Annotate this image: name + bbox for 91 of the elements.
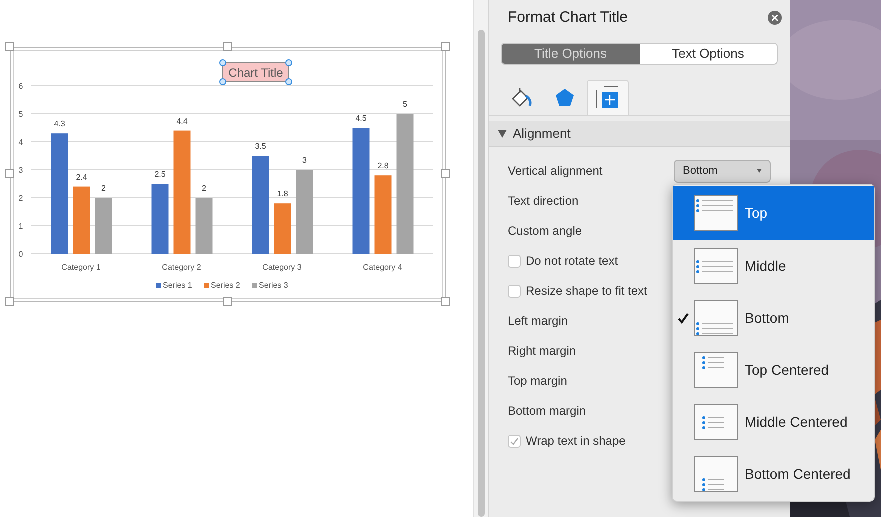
resize-handle[interactable] (5, 169, 14, 178)
bar (196, 198, 213, 254)
dropdown-caret-icon (757, 169, 762, 173)
menu-item[interactable]: Middle Centered (673, 396, 874, 448)
menu-item[interactable]: Middle (673, 240, 874, 292)
resize-handle[interactable] (5, 297, 14, 306)
menu-item-label: Middle Centered (745, 412, 848, 432)
disclosure-triangle-icon (498, 130, 507, 138)
alignment-icon (694, 248, 738, 284)
menu-item[interactable]: Top Centered (673, 344, 874, 396)
y-axis-label: 5 (18, 110, 24, 119)
data-label: 4.5 (356, 114, 367, 123)
bar (274, 204, 292, 254)
menu-item[interactable]: Bottom (673, 292, 874, 344)
data-label: 2.5 (154, 170, 166, 179)
menu-item[interactable]: Top (673, 186, 874, 240)
checkbox-label: Do not rotate text (526, 253, 618, 270)
menu-item-label: Middle (745, 256, 786, 276)
field-label: Custom angle (508, 223, 582, 240)
alignment-icon (694, 352, 738, 388)
chart-title[interactable]: Chart Title (220, 60, 292, 86)
data-label: 5 (403, 100, 408, 109)
checkbox-label: Resize shape to fit text (526, 283, 648, 300)
menu-item-label: Bottom Centered (745, 464, 851, 484)
checkbox-label: Wrap text in shape (526, 433, 626, 450)
category-label: Category 3 (262, 263, 302, 272)
icon-tab[interactable] (587, 80, 629, 115)
y-axis-label: 0 (18, 250, 24, 259)
resize-handle[interactable] (5, 42, 14, 51)
menu-item-label: Top Centered (745, 360, 830, 380)
category-label: Category 1 (62, 263, 101, 272)
field-label: Bottom margin (508, 403, 586, 420)
alignment-icon (694, 300, 738, 336)
resize-handle[interactable] (441, 42, 450, 51)
bar (73, 186, 90, 254)
legend-swatch (204, 283, 209, 288)
segment-tab[interactable]: Text Options (640, 44, 777, 64)
legend-swatch (156, 283, 161, 288)
checkbox[interactable] (508, 434, 521, 448)
alignment-icon (694, 195, 738, 231)
chart-title: Chart Title (228, 66, 284, 80)
y-axis-label: 2 (18, 194, 24, 203)
bar (152, 184, 169, 254)
chart-frame[interactable]: Chart Title 0 1 2 3 4 5 6 4.3 2.4 2 Category 1 2.5 4.4 2 Category 2 3.5 1.8 3 Category 3 4.5 2.8 5 Category 4 Series 1 Series 2 Series 3 (10, 47, 446, 302)
close-icon (772, 15, 778, 21)
menu-item[interactable]: Bottom Centered (673, 448, 874, 500)
close-button[interactable] (768, 11, 782, 25)
vertical-alignment-select[interactable]: Bottom (674, 160, 771, 182)
data-label: 2 (202, 184, 206, 193)
data-label: 4.3 (54, 120, 66, 129)
size-position-icon (596, 86, 620, 110)
panel-title: Format Chart Title (508, 8, 628, 28)
legend-label: Series 2 (211, 281, 240, 290)
alignment-icon (694, 456, 738, 492)
field-label: Vertical alignment (508, 163, 603, 180)
alignment-icon (694, 404, 738, 440)
field-label: Text direction (508, 193, 579, 210)
y-axis-label: 6 (18, 82, 24, 91)
y-axis-label: 1 (18, 222, 24, 231)
resize-handle[interactable] (223, 42, 232, 51)
data-label: 2.4 (76, 172, 88, 182)
scrollbar-thumb[interactable] (478, 30, 484, 517)
checkbox[interactable] (508, 254, 521, 268)
menu-item-label: Top (745, 204, 768, 223)
y-axis-label: 3 (18, 166, 24, 175)
data-label: 2 (102, 184, 106, 193)
y-axis-label: 4 (18, 138, 24, 147)
legend-label: Series 3 (259, 281, 288, 290)
paint-bucket-icon (510, 86, 534, 110)
legend-label: Series 1 (163, 281, 192, 290)
field-label: Right margin (508, 343, 576, 360)
data-label: 2.8 (378, 162, 389, 171)
resize-handle[interactable] (223, 297, 232, 306)
data-label: 4.4 (176, 116, 188, 126)
menu-item-label: Bottom (745, 308, 790, 328)
resize-handle[interactable] (441, 297, 450, 306)
data-label: 1.8 (277, 190, 288, 199)
field-label: Left margin (508, 313, 568, 330)
checkbox[interactable] (508, 284, 521, 298)
category-label: Category 4 (363, 263, 402, 272)
checkmark-icon (678, 312, 689, 324)
resize-handle[interactable] (441, 169, 450, 178)
pentagon-icon (554, 86, 576, 108)
legend-swatch (252, 283, 257, 288)
segment-tab[interactable]: Title Options (502, 44, 640, 64)
field-label: Top margin (508, 373, 568, 390)
bar (95, 198, 112, 254)
section-header[interactable]: Alignment (489, 121, 790, 147)
category-label: Category 2 (162, 263, 202, 272)
data-label: 3.5 (255, 142, 266, 151)
data-label: 3 (302, 156, 307, 165)
